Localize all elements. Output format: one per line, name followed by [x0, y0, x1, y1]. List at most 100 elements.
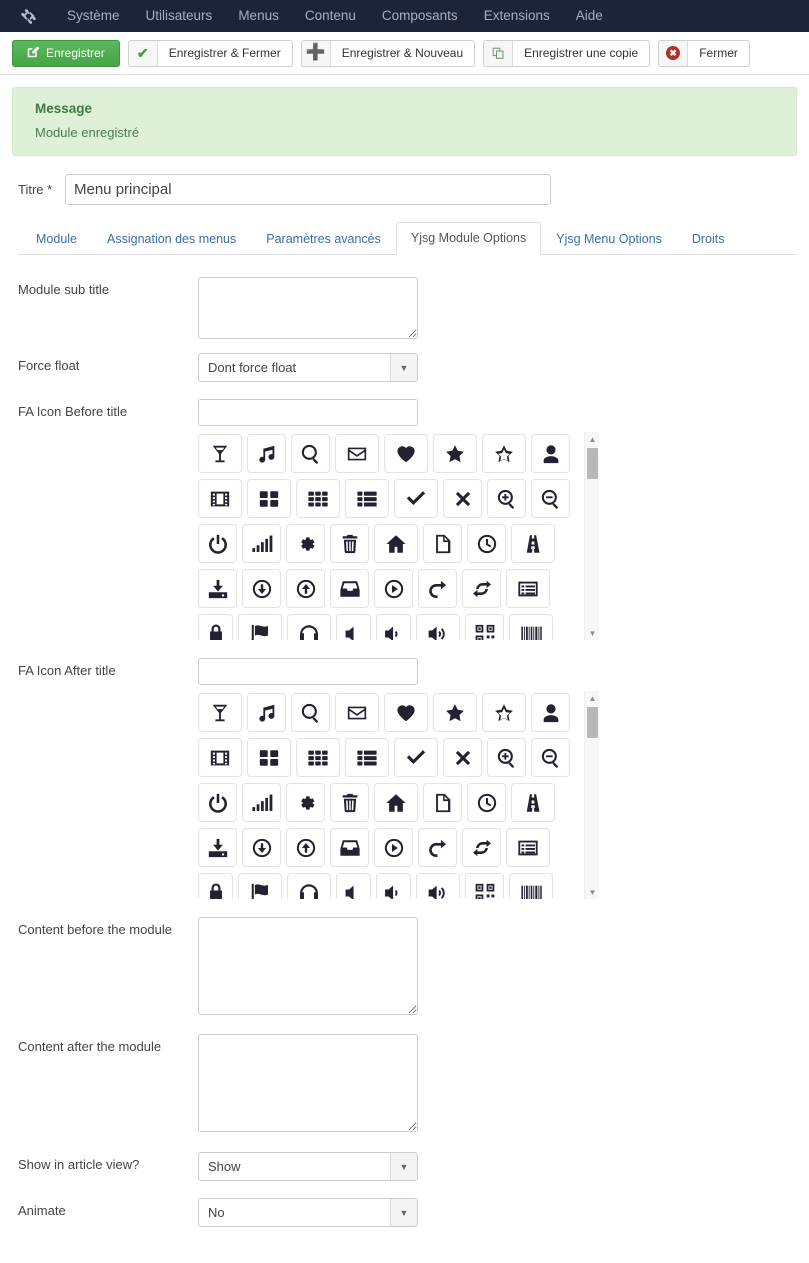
lock-icon[interactable] — [198, 614, 233, 640]
flag-icon[interactable] — [238, 614, 282, 640]
power-off-icon[interactable] — [198, 524, 237, 563]
star-icon[interactable] — [433, 434, 477, 473]
home-icon[interactable] — [374, 524, 418, 563]
fa-icon-before-input[interactable] — [198, 399, 418, 426]
envelope-o-icon[interactable] — [335, 434, 379, 473]
th-large-icon[interactable] — [247, 479, 291, 518]
tab-parametres-avances[interactable]: Paramètres avancés — [251, 223, 396, 255]
flag-icon[interactable] — [238, 873, 282, 899]
times-icon[interactable] — [443, 738, 482, 777]
volume-off-icon[interactable] — [336, 873, 371, 899]
file-o-icon[interactable] — [423, 524, 462, 563]
repeat-icon[interactable] — [418, 569, 457, 608]
star-o-icon[interactable] — [482, 693, 526, 732]
volume-down-icon[interactable] — [376, 614, 411, 640]
barcode-icon[interactable] — [509, 614, 553, 640]
arrow-circle-o-down-icon[interactable] — [242, 828, 281, 867]
envelope-o-icon[interactable] — [335, 693, 379, 732]
list-alt-icon[interactable] — [506, 569, 550, 608]
scroll-up-icon[interactable]: ▲ — [585, 432, 599, 446]
volume-down-icon[interactable] — [376, 873, 411, 899]
repeat-icon[interactable] — [418, 828, 457, 867]
refresh-icon[interactable] — [462, 828, 501, 867]
fa-icon-after-input[interactable] — [198, 658, 418, 685]
save-and-new-button[interactable]: ➕ Enregistrer & Nouveau — [300, 39, 476, 67]
check-icon[interactable] — [394, 479, 438, 518]
scroll-down-icon[interactable]: ▼ — [585, 885, 599, 899]
content-before-textarea[interactable] — [198, 917, 418, 1015]
content-after-textarea[interactable] — [198, 1034, 418, 1132]
module-sub-title-textarea[interactable] — [198, 277, 418, 339]
nav-item-systeme[interactable]: Système — [54, 0, 133, 32]
star-o-icon[interactable] — [482, 434, 526, 473]
tab-assignation-menus[interactable]: Assignation des menus — [92, 223, 251, 255]
music-icon[interactable] — [247, 693, 286, 732]
glass-icon[interactable] — [198, 434, 242, 473]
fa-icon-before-picker[interactable]: ▲ ▼ — [198, 432, 599, 640]
play-circle-o-icon[interactable] — [374, 828, 413, 867]
heart-icon[interactable] — [384, 693, 428, 732]
headphones-icon[interactable] — [287, 873, 331, 899]
arrow-circle-o-up-icon[interactable] — [286, 569, 325, 608]
road-icon[interactable] — [511, 783, 555, 822]
lock-icon[interactable] — [198, 873, 233, 899]
th-list-icon[interactable] — [345, 738, 389, 777]
scroll-down-icon[interactable]: ▼ — [585, 626, 599, 640]
scrollbar-thumb[interactable] — [587, 707, 598, 738]
list-alt-icon[interactable] — [506, 828, 550, 867]
power-off-icon[interactable] — [198, 783, 237, 822]
file-o-icon[interactable] — [423, 783, 462, 822]
clock-o-icon[interactable] — [467, 524, 506, 563]
volume-off-icon[interactable] — [336, 614, 371, 640]
search-plus-icon[interactable] — [487, 479, 526, 518]
th-icon[interactable] — [296, 738, 340, 777]
clock-o-icon[interactable] — [467, 783, 506, 822]
scroll-up-icon[interactable]: ▲ — [585, 691, 599, 705]
th-icon[interactable] — [296, 479, 340, 518]
download-icon[interactable] — [198, 569, 237, 608]
force-float-select[interactable]: Dont force float ▼ — [198, 353, 418, 382]
save-button[interactable]: Enregistrer — [12, 39, 120, 67]
star-icon[interactable] — [433, 693, 477, 732]
trash-o-icon[interactable] — [330, 524, 369, 563]
save-as-copy-button[interactable]: Enregistrer une copie — [483, 39, 651, 67]
search-plus-icon[interactable] — [487, 738, 526, 777]
nav-item-contenu[interactable]: Contenu — [292, 0, 369, 32]
scrollbar-thumb[interactable] — [587, 448, 598, 479]
tab-yjsg-module-options[interactable]: Yjsg Module Options — [395, 222, 542, 255]
refresh-icon[interactable] — [462, 569, 501, 608]
nav-item-extensions[interactable]: Extensions — [471, 0, 563, 32]
icon-grid-before-scrollbar[interactable]: ▲ ▼ — [584, 432, 599, 640]
film-icon[interactable] — [198, 479, 242, 518]
save-and-close-button[interactable]: ✔ Enregistrer & Fermer — [127, 39, 293, 67]
title-input[interactable] — [65, 174, 551, 205]
check-icon[interactable] — [394, 738, 438, 777]
heart-icon[interactable] — [384, 434, 428, 473]
joomla-logo-icon[interactable] — [18, 6, 38, 26]
search-icon[interactable] — [291, 434, 330, 473]
nav-item-menus[interactable]: Menus — [225, 0, 292, 32]
fa-icon-after-picker[interactable]: ▲ ▼ — [198, 691, 599, 899]
signal-icon[interactable] — [242, 783, 281, 822]
tab-module[interactable]: Module — [21, 223, 92, 255]
signal-icon[interactable] — [242, 524, 281, 563]
qrcode-icon[interactable] — [465, 614, 504, 640]
headphones-icon[interactable] — [287, 614, 331, 640]
user-icon[interactable] — [531, 693, 570, 732]
show-in-article-view-select[interactable]: Show ▼ — [198, 1152, 418, 1181]
nav-item-aide[interactable]: Aide — [563, 0, 616, 32]
arrow-circle-o-up-icon[interactable] — [286, 828, 325, 867]
animate-select[interactable]: No ▼ — [198, 1198, 418, 1227]
times-icon[interactable] — [443, 479, 482, 518]
inbox-icon[interactable] — [330, 569, 369, 608]
close-button[interactable]: ✖ Fermer — [658, 39, 750, 67]
cog-icon[interactable] — [286, 783, 325, 822]
icon-grid-after-scrollbar[interactable]: ▲ ▼ — [584, 691, 599, 899]
inbox-icon[interactable] — [330, 828, 369, 867]
cog-icon[interactable] — [286, 524, 325, 563]
film-icon[interactable] — [198, 738, 242, 777]
search-minus-icon[interactable] — [531, 479, 570, 518]
trash-o-icon[interactable] — [330, 783, 369, 822]
home-icon[interactable] — [374, 783, 418, 822]
music-icon[interactable] — [247, 434, 286, 473]
